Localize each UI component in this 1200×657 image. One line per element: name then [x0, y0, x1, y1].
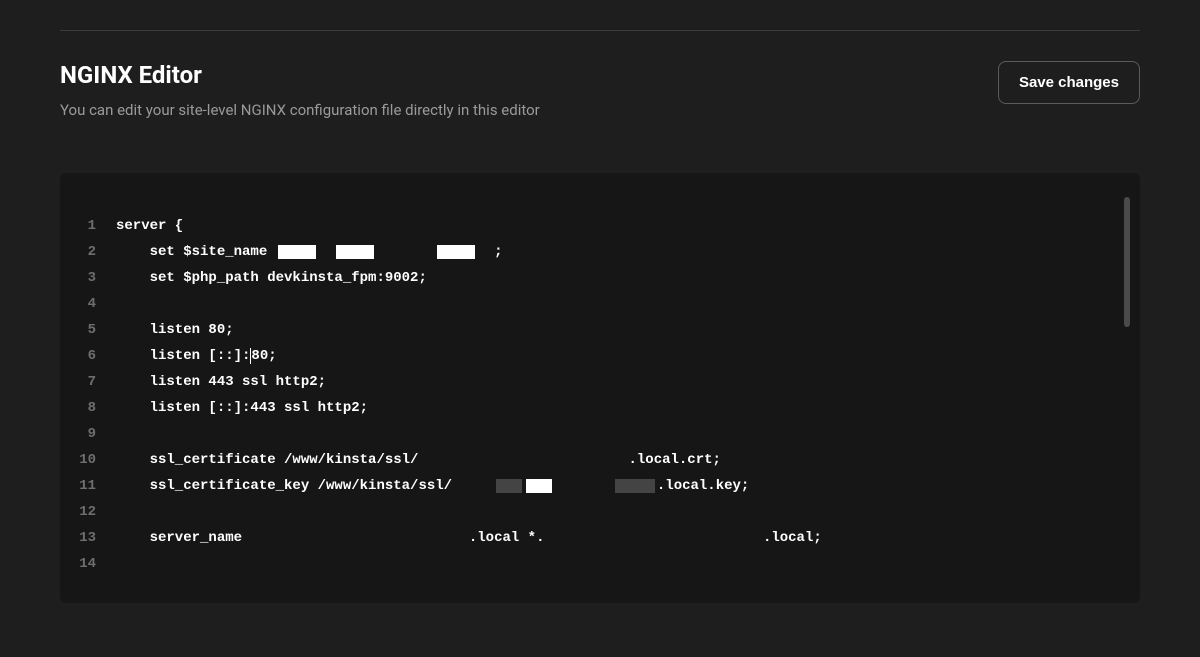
code-content[interactable]: set $php_path devkinsta_fpm:9002;: [116, 270, 427, 286]
code-content[interactable]: ssl_certificate_key /www/kinsta/ssl/ .lo…: [116, 478, 749, 494]
scrollbar-thumb[interactable]: [1124, 197, 1130, 327]
code-line[interactable]: 6 listen [::]:80;: [60, 343, 1110, 369]
code-content[interactable]: listen 80;: [116, 322, 234, 338]
code-line[interactable]: 7 listen 443 ssl http2;: [60, 369, 1110, 395]
redacted-text: [437, 245, 475, 259]
redacted-text: [278, 245, 316, 259]
page-subtitle: You can edit your site-level NGINX confi…: [60, 101, 998, 119]
code-content[interactable]: listen [::]:443 ssl http2;: [116, 400, 368, 416]
page-title: NGINX Editor: [60, 61, 998, 89]
code-content[interactable]: listen 443 ssl http2;: [116, 374, 326, 390]
line-number: 12: [60, 504, 116, 520]
redacted-text: [496, 479, 522, 493]
code-content[interactable]: set $site_name ;: [116, 244, 502, 260]
code-line[interactable]: 4: [60, 291, 1110, 317]
code-line[interactable]: 1server {: [60, 213, 1110, 239]
code-line[interactable]: 3 set $php_path devkinsta_fpm:9002;: [60, 265, 1110, 291]
code-line[interactable]: 9: [60, 421, 1110, 447]
line-number: 5: [60, 322, 116, 338]
code-content[interactable]: [116, 556, 150, 572]
line-number: 2: [60, 244, 116, 260]
line-number: 10: [60, 452, 116, 468]
code-content[interactable]: ssl_certificate /www/kinsta/ssl/ .local.…: [116, 452, 721, 468]
line-number: 8: [60, 400, 116, 416]
code-line[interactable]: 12: [60, 499, 1110, 525]
redacted-text: [526, 479, 552, 493]
code-line[interactable]: 5 listen 80;: [60, 317, 1110, 343]
line-number: 9: [60, 426, 116, 442]
line-number: 13: [60, 530, 116, 546]
line-number: 4: [60, 296, 116, 312]
code-line[interactable]: 11 ssl_certificate_key /www/kinsta/ssl/ …: [60, 473, 1110, 499]
header-bar: NGINX Editor You can edit your site-leve…: [60, 31, 1140, 119]
code-line[interactable]: 14: [60, 551, 1110, 577]
line-number: 6: [60, 348, 116, 364]
code-line[interactable]: 8 listen [::]:443 ssl http2;: [60, 395, 1110, 421]
code-line[interactable]: 13 server_name .local *. .local;: [60, 525, 1110, 551]
code-content[interactable]: listen [::]:80;: [116, 348, 277, 364]
line-number: 7: [60, 374, 116, 390]
save-changes-button[interactable]: Save changes: [998, 61, 1140, 104]
line-number: 14: [60, 556, 116, 572]
line-number: 11: [60, 478, 116, 494]
line-number: 3: [60, 270, 116, 286]
redacted-text: [336, 245, 374, 259]
code-content[interactable]: server {: [116, 218, 183, 234]
code-line[interactable]: 2 set $site_name ;: [60, 239, 1110, 265]
line-number: 1: [60, 218, 116, 234]
code-content[interactable]: server_name .local *. .local;: [116, 530, 822, 546]
code-editor[interactable]: 1server {2 set $site_name ;3 set $php_pa…: [60, 173, 1140, 603]
redacted-text: [615, 479, 655, 493]
code-line[interactable]: 10 ssl_certificate /www/kinsta/ssl/ .loc…: [60, 447, 1110, 473]
